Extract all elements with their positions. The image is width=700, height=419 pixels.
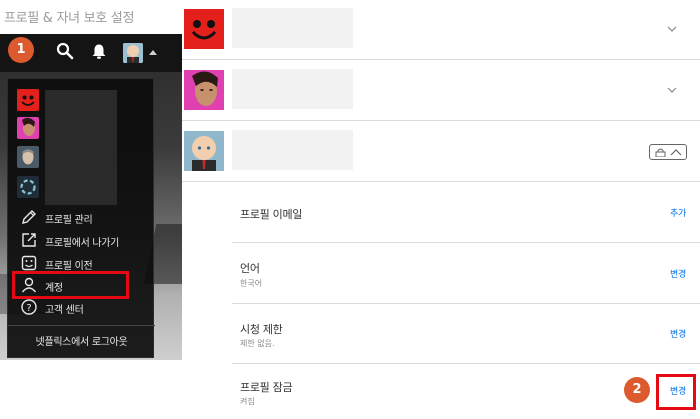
menu-item-label: 프로필 이전 — [45, 261, 93, 272]
profile-row[interactable] — [182, 122, 700, 182]
profile-name-redacted — [232, 69, 353, 109]
step-badge-1: 1 — [8, 37, 34, 63]
menu-item-label: 고객 센터 — [45, 305, 84, 316]
setting-value: 제한 없음. — [240, 339, 275, 348]
red-smiley-avatar — [184, 9, 224, 49]
woman-portrait-avatar — [184, 70, 224, 110]
page-title: 프로필 & 자녀 보호 설정 — [4, 11, 135, 26]
setting-title: 시청 제한 — [240, 323, 283, 336]
menu-item-manage-profiles[interactable]: 프로필 관리 — [8, 207, 155, 229]
profile-avatar[interactable] — [123, 43, 143, 63]
profile-settings-pane: 프로필 이메일 추가 언어 한국어 변경 시청 제한 제한 없음. 변경 프로필… — [182, 0, 700, 419]
setting-title: 언어 — [240, 262, 260, 275]
profile-row[interactable] — [182, 61, 700, 121]
menu-item-label: 프로필 관리 — [45, 215, 93, 226]
chevron-down-icon[interactable] — [667, 85, 677, 95]
lock-toggle[interactable] — [649, 144, 687, 160]
exit-icon — [22, 233, 36, 247]
pencil-icon — [22, 210, 36, 224]
setting-title: 프로필 이메일 — [240, 208, 303, 221]
boss-baby-avatar — [184, 131, 224, 171]
chevron-down-icon[interactable] — [667, 24, 677, 34]
annotation-highlight-account — [12, 271, 129, 299]
step-badge-2: 2 — [624, 377, 650, 403]
change-rating-link[interactable]: 변경 — [670, 327, 686, 340]
bell-icon[interactable] — [91, 43, 107, 60]
setting-value: 한국어 — [240, 279, 263, 288]
profile-row[interactable] — [182, 0, 700, 60]
caret-up-icon[interactable] — [149, 50, 157, 55]
woman-portrait-avatar[interactable] — [17, 117, 39, 139]
logout-link[interactable]: 넷플릭스에서 로그아웃 — [8, 333, 155, 348]
setting-value: 켜짐 — [240, 397, 255, 406]
add-email-link[interactable]: 추가 — [670, 206, 686, 219]
menu-divider — [8, 325, 155, 326]
red-smiley-avatar[interactable] — [17, 89, 39, 111]
help-icon: ? — [21, 299, 37, 315]
loading-avatar[interactable] — [17, 176, 39, 198]
menu-item-exit-profile[interactable]: 프로필에서 나가기 — [8, 230, 155, 252]
menu-item-help-center[interactable]: ? 고객 센터 — [8, 297, 155, 319]
profile-names-redacted — [45, 90, 117, 205]
left-screenshot-pane: 프로필 & 자녀 보호 설정 1 프로필 관리 프로필에서 나가기 프로필 이전… — [0, 0, 182, 419]
menu-item-label: 프로필에서 나가기 — [45, 238, 120, 249]
search-icon[interactable] — [56, 42, 74, 60]
chevron-up-icon — [670, 149, 682, 156]
setting-row-language: 언어 한국어 변경 — [232, 243, 700, 304]
setting-row-profile-email: 프로필 이메일 추가 — [232, 183, 700, 243]
svg-text:?: ? — [26, 303, 31, 314]
setting-row-maturity-rating: 시청 제한 제한 없음. 변경 — [232, 304, 700, 364]
setting-title: 프로필 잠금 — [240, 381, 293, 394]
lock-icon — [655, 148, 666, 157]
profile-name-redacted — [232, 8, 353, 48]
change-language-link[interactable]: 변경 — [670, 267, 686, 280]
profile-dropdown-menu: 프로필 관리 프로필에서 나가기 프로필 이전 계정 ? 고객 센터 넷플릭스에… — [7, 78, 155, 358]
annotation-highlight-change — [656, 374, 696, 410]
man-portrait-avatar[interactable] — [17, 146, 39, 168]
transfer-icon — [21, 255, 37, 271]
profile-name-redacted — [232, 130, 353, 170]
